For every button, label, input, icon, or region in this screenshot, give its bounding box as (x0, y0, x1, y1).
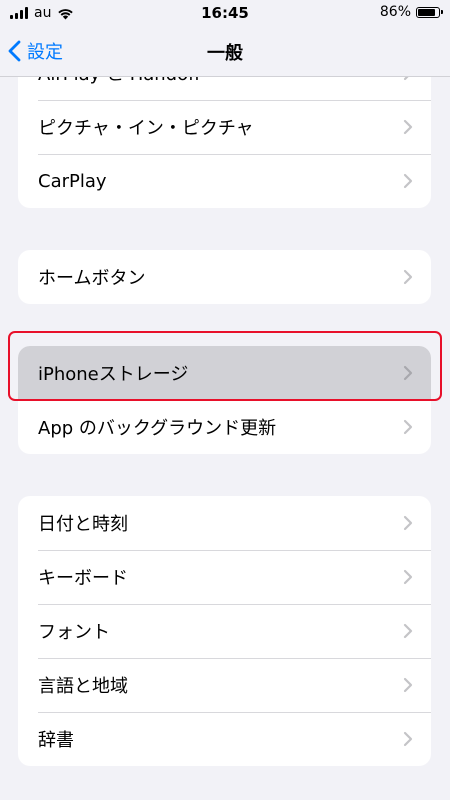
chevron-right-icon (403, 677, 413, 693)
list-item-fonts[interactable]: フォント (18, 604, 431, 658)
chevron-right-icon (403, 569, 413, 585)
list-item-label: iPhoneストレージ (38, 364, 189, 385)
chevron-right-icon (403, 119, 413, 135)
list-item-label: ピクチャ・イン・ピクチャ (38, 118, 254, 139)
chevron-right-icon (403, 269, 413, 285)
list-item-label: キーボード (38, 568, 128, 589)
list-item-carplay[interactable]: CarPlay (18, 154, 431, 208)
page-title: 一般 (207, 43, 243, 64)
list-item-language-region[interactable]: 言語と地域 (18, 658, 431, 712)
chevron-right-icon (403, 515, 413, 531)
settings-group-language: 日付と時刻 キーボード フォント 言語と地域 辞書 (18, 496, 431, 766)
list-item-label: フォント (38, 622, 110, 643)
list-item-background-app-refresh[interactable]: App のバックグラウンド更新 (18, 400, 431, 454)
list-item-label: 言語と地域 (38, 676, 128, 697)
chevron-right-icon (403, 173, 413, 189)
chevron-right-icon (403, 419, 413, 435)
chevron-right-icon (403, 623, 413, 639)
list-item-label: 日付と時刻 (38, 514, 128, 535)
list-item-iphone-storage[interactable]: iPhoneストレージ (18, 346, 431, 400)
battery-percent: 86% (379, 4, 411, 20)
status-bar: au 16:45 86% (0, 0, 450, 28)
chevron-right-icon (403, 365, 413, 381)
list-item-home-button[interactable]: ホームボタン (18, 250, 431, 304)
settings-group-home-button: ホームボタン (18, 250, 431, 304)
battery-level (418, 8, 436, 16)
list-item-dictionary[interactable]: 辞書 (18, 712, 431, 766)
settings-list: AirPlay と Handoff ピクチャ・イン・ピクチャ CarPlay ホ… (0, 0, 450, 800)
chevron-right-icon (403, 731, 413, 747)
list-item-label: CarPlay (38, 170, 107, 192)
list-item-date-time[interactable]: 日付と時刻 (18, 496, 431, 550)
list-item-label: 辞書 (38, 730, 74, 751)
settings-group-storage: iPhoneストレージ App のバックグラウンド更新 (18, 346, 431, 454)
list-item-label: ホームボタン (38, 268, 146, 289)
screen: AirPlay と Handoff ピクチャ・イン・ピクチャ CarPlay ホ… (0, 0, 450, 800)
navigation-bar: 設定 一般 (0, 28, 450, 77)
list-item-picture-in-picture[interactable]: ピクチャ・イン・ピクチャ (18, 100, 431, 154)
list-item-keyboard[interactable]: キーボード (18, 550, 431, 604)
status-right: 86% (379, 4, 443, 20)
battery-icon (416, 6, 443, 18)
list-item-label: App のバックグラウンド更新 (38, 418, 277, 439)
